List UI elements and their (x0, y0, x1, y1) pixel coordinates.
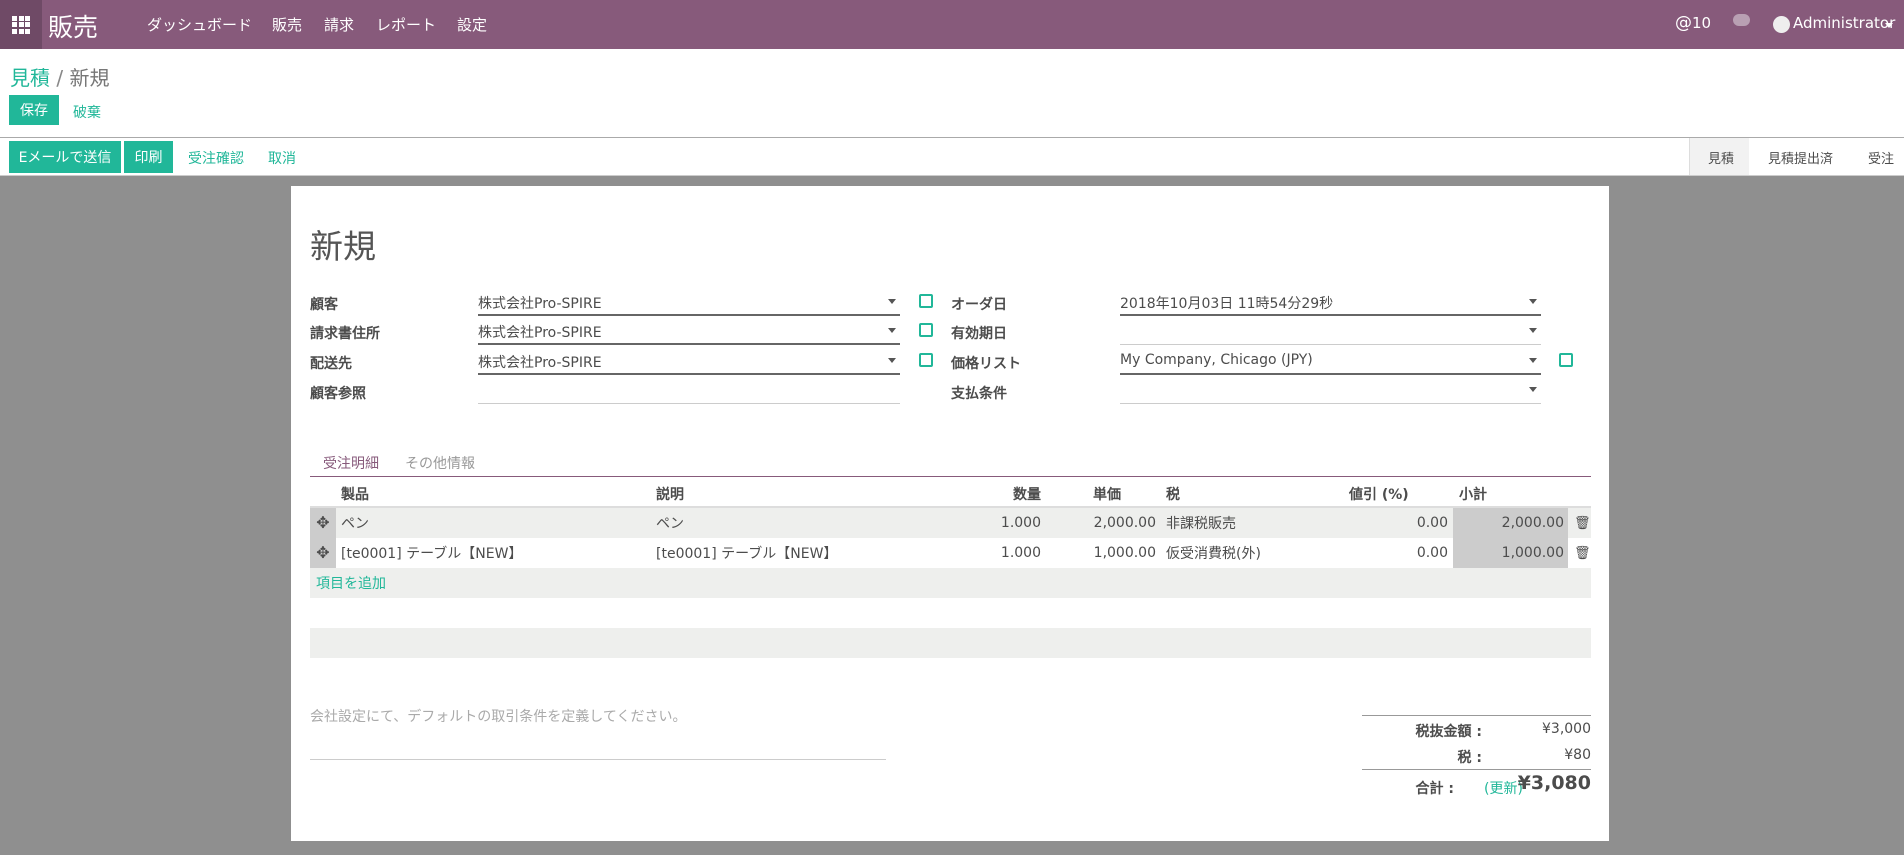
tax-label: 税 : (1457, 750, 1482, 766)
drag-handle-icon[interactable]: ✥ (310, 508, 336, 538)
col-subtotal[interactable]: 小計 (1459, 484, 1487, 504)
col-description[interactable]: 説明 (656, 484, 684, 504)
chat-icon[interactable] (1733, 14, 1750, 26)
save-button[interactable]: 保存 (9, 95, 59, 125)
field-label: 支払条件 (951, 386, 1007, 402)
description-cell[interactable]: [te0001] テーブル【NEW】 (656, 543, 837, 563)
form-sheet: 新規 顧客 株式会社Pro-SPIRE 請求書住所 株式会社Pro-SPIRE … (291, 186, 1609, 841)
subtotal-cell: 1,000.00 (1453, 538, 1568, 568)
table-row[interactable]: ✥ [te0001] テーブル【NEW】 [te0001] テーブル【NEW】 … (310, 538, 1591, 568)
cancel-button[interactable]: 取消 (268, 148, 296, 168)
subtotal-cell: 2,000.00 (1453, 508, 1568, 538)
unit-price-cell[interactable]: 2,000.00 (1051, 515, 1156, 531)
drag-handle-icon[interactable]: ✥ (310, 538, 336, 568)
trash-icon[interactable]: 🗑 (1574, 546, 1591, 561)
status-quotation[interactable]: 見積 (1689, 138, 1749, 175)
confirm-order-button[interactable]: 受注確認 (188, 148, 244, 168)
trash-icon[interactable]: 🗑 (1574, 516, 1591, 531)
quantity-cell[interactable]: 1.000 (971, 545, 1041, 561)
breadcrumb-parent[interactable]: 見積 (10, 66, 50, 90)
col-taxes[interactable]: 税 (1166, 484, 1180, 504)
at-icon: @ (1675, 13, 1692, 33)
tax-cell[interactable]: 非課税販売 (1166, 513, 1236, 533)
col-product[interactable]: 製品 (341, 484, 369, 504)
top-navbar: 販売 ダッシュボード 販売 請求 レポート 設定 @10 Administrat… (0, 0, 1904, 49)
pricelist-field[interactable]: My Company, Chicago (JPY) (1120, 349, 1541, 375)
product-cell[interactable]: [te0001] テーブル【NEW】 (341, 543, 522, 563)
status-quotation-sent[interactable]: 見積提出済 (1768, 148, 1833, 167)
total-amount: ¥3,080 (1517, 772, 1591, 794)
record-title: 新規 (310, 227, 376, 266)
discount-cell[interactable]: 0.00 (1368, 545, 1448, 561)
tab-divider (310, 476, 1591, 477)
discount-cell[interactable]: 0.00 (1368, 515, 1448, 531)
quantity-cell[interactable]: 1.000 (971, 515, 1041, 531)
add-line-row: 項目を追加 (310, 568, 1591, 598)
menu-sales[interactable]: 販売 (272, 14, 302, 35)
mentions-count: 10 (1692, 14, 1712, 32)
menu-dashboard[interactable]: ダッシュボード (147, 14, 252, 35)
breadcrumb: 見積 / 新規 (10, 66, 110, 90)
external-link-icon[interactable] (919, 323, 933, 337)
delivery-address-field[interactable]: 株式会社Pro-SPIRE (478, 349, 900, 375)
status-sale-order[interactable]: 受注 (1868, 148, 1894, 167)
control-panel: 見積 / 新規 保存 破棄 Eメールで送信 印刷 受注確認 取消 見積 見積提出… (0, 49, 1904, 176)
terms-note-input[interactable]: 会社設定にて、デフォルトの取引条件を定義してください。 (310, 706, 886, 760)
payment-terms-field[interactable] (1120, 378, 1541, 404)
menu-reports[interactable]: レポート (376, 14, 436, 35)
field-label: 価格リスト (951, 356, 1021, 372)
tax-cell[interactable]: 仮受消費税(外) (1166, 543, 1261, 563)
field-label: 有効期日 (951, 326, 1007, 342)
field-label: 顧客参照 (310, 386, 366, 402)
tab-order-lines[interactable]: 受注明細 (323, 453, 379, 473)
app-name: 販売 (48, 13, 99, 42)
tax-amount: ¥80 (1564, 747, 1591, 763)
external-link-icon[interactable] (1559, 353, 1573, 367)
total-label: 合計 : (1415, 781, 1454, 797)
col-discount[interactable]: 値引 (%) (1349, 484, 1409, 504)
unit-price-cell[interactable]: 1,000.00 (1051, 545, 1156, 561)
print-button[interactable]: 印刷 (124, 141, 173, 173)
invoice-address-field[interactable]: 株式会社Pro-SPIRE (478, 319, 900, 345)
avatar[interactable] (1773, 16, 1790, 33)
col-unit-price[interactable]: 単価 (1051, 484, 1121, 504)
untaxed-amount: ¥3,000 (1542, 721, 1591, 737)
customer-reference-field[interactable] (478, 378, 900, 404)
col-quantity[interactable]: 数量 (971, 484, 1041, 504)
menu-settings[interactable]: 設定 (457, 14, 487, 35)
tab-other-info[interactable]: その他情報 (405, 453, 475, 473)
add-line-link[interactable]: 項目を追加 (316, 573, 386, 593)
product-cell[interactable]: ペン (341, 513, 369, 533)
order-date-field[interactable]: 2018年10月03日 11時54分29秒 (1120, 290, 1541, 316)
untaxed-label: 税抜金額 : (1415, 724, 1482, 740)
validity-date-field[interactable] (1120, 319, 1541, 345)
user-menu[interactable]: Administrator (1793, 14, 1895, 32)
external-link-icon[interactable] (919, 353, 933, 367)
breadcrumb-current: 新規 (69, 66, 110, 90)
field-label: 配送先 (310, 356, 352, 372)
divider (0, 137, 1904, 138)
mentions-button[interactable]: @10 (1675, 13, 1711, 33)
field-label: オーダ日 (951, 297, 1007, 313)
discard-button[interactable]: 破棄 (73, 102, 101, 122)
external-link-icon[interactable] (919, 294, 933, 308)
menu-invoicing[interactable]: 請求 (324, 14, 354, 35)
customer-field[interactable]: 株式会社Pro-SPIRE (478, 290, 900, 316)
table-row[interactable]: ✥ ペン ペン 1.000 2,000.00 非課税販売 0.00 2,000.… (310, 508, 1591, 538)
send-email-button[interactable]: Eメールで送信 (9, 141, 121, 173)
chevron-down-icon[interactable] (1885, 23, 1893, 28)
field-label: 顧客 (310, 297, 338, 313)
apps-menu-icon[interactable] (0, 0, 42, 49)
field-label: 請求書住所 (310, 326, 380, 342)
description-cell[interactable]: ペン (656, 513, 684, 533)
footer-bar (310, 628, 1591, 658)
